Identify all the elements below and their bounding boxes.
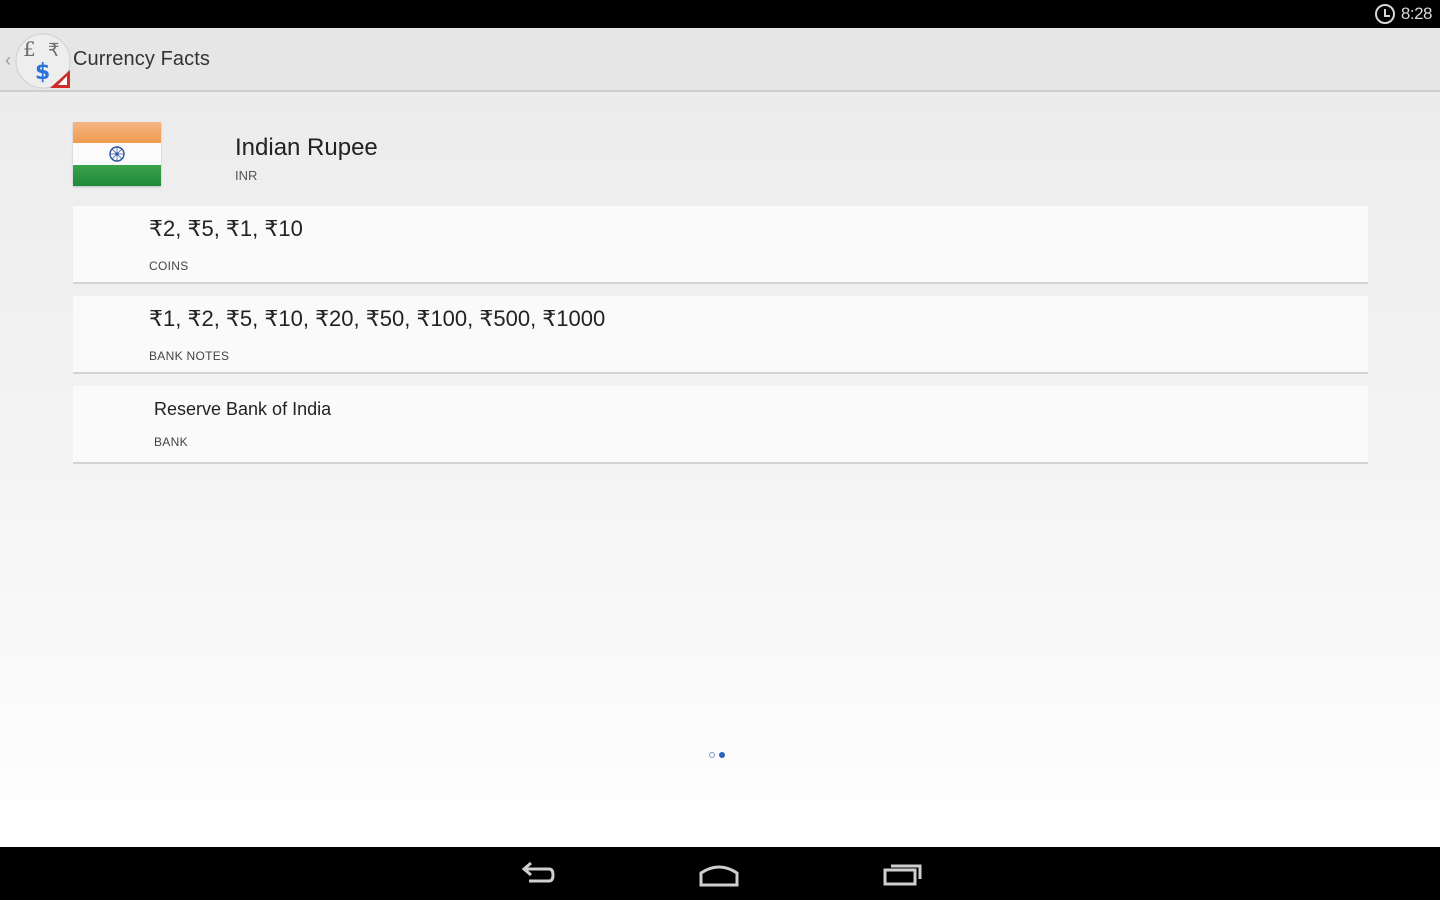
recent-apps-icon[interactable] xyxy=(881,859,925,889)
page-indicator xyxy=(709,752,725,758)
alarm-icon xyxy=(1374,4,1395,24)
bank-value: Reserve Bank of India xyxy=(154,399,332,419)
status-time: 8:28 xyxy=(1400,4,1433,23)
app-title: Currency Facts xyxy=(73,48,210,70)
content-area: Indian Rupee INR ₹2, ₹5, ₹1, ₹10 COINS ₹… xyxy=(0,92,1440,847)
bank-notes-label: BANK NOTES xyxy=(149,349,230,363)
status-bar: 8:28 xyxy=(0,0,1440,28)
bank-notes-value: ₹1, ₹2, ₹5, ₹10, ₹20, ₹50, ₹100, ₹500, ₹… xyxy=(149,306,606,331)
currency-name: Indian Rupee xyxy=(235,134,378,161)
currency-code: INR xyxy=(235,168,258,183)
bank-card[interactable]: Reserve Bank of India BANK xyxy=(73,386,1368,464)
action-bar: ‹ £ ₹ $ Currency Facts xyxy=(0,28,1440,92)
svg-text:$: $ xyxy=(35,60,50,85)
coins-value: ₹2, ₹5, ₹1, ₹10 xyxy=(149,216,303,241)
page-dot-2[interactable] xyxy=(719,752,725,758)
back-icon[interactable] xyxy=(515,859,559,889)
svg-text:£: £ xyxy=(23,37,36,61)
coins-card[interactable]: ₹2, ₹5, ₹1, ₹10 COINS xyxy=(73,206,1368,284)
ashoka-chakra-icon xyxy=(109,146,125,162)
india-flag-icon xyxy=(73,122,161,186)
app-logo-icon[interactable]: £ ₹ $ xyxy=(14,32,72,90)
svg-text:₹: ₹ xyxy=(48,40,59,61)
coins-label: COINS xyxy=(149,259,189,273)
bank-label: BANK xyxy=(154,435,188,449)
home-icon[interactable] xyxy=(697,859,741,889)
page-dot-1[interactable] xyxy=(709,752,715,758)
bank-notes-card[interactable]: ₹1, ₹2, ₹5, ₹10, ₹20, ₹50, ₹100, ₹500, ₹… xyxy=(73,296,1368,374)
navigation-bar xyxy=(0,847,1440,900)
status-icons: 8:28 xyxy=(1374,3,1433,25)
